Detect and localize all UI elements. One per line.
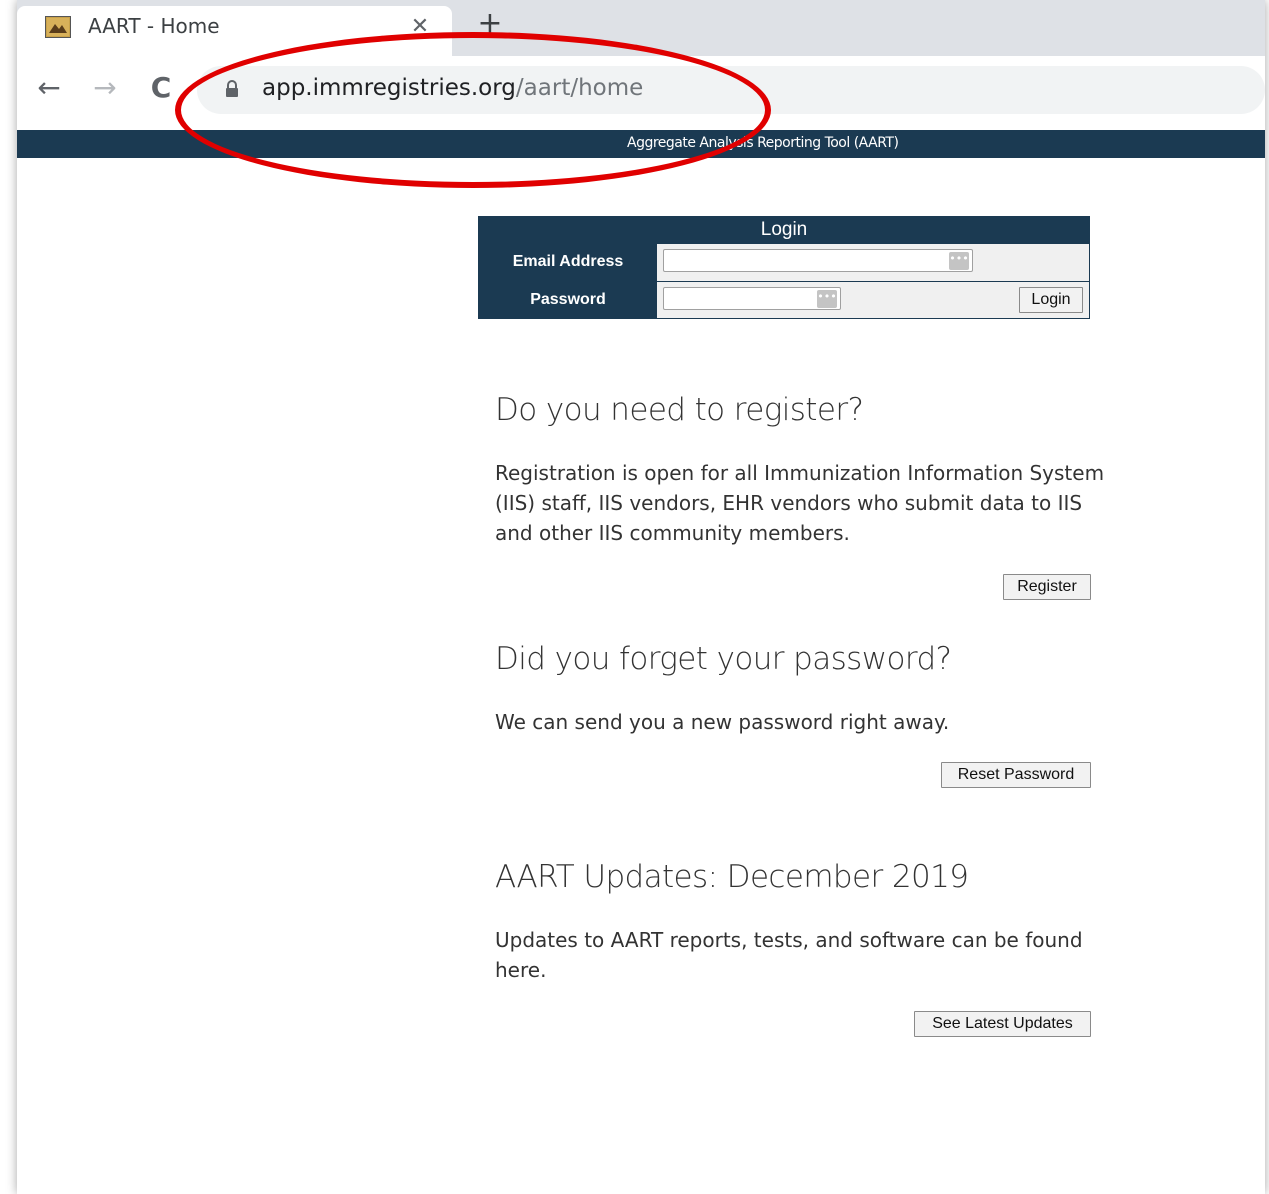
password-manager-icon[interactable]: •••	[949, 252, 969, 270]
reload-icon[interactable]: C	[145, 72, 177, 104]
password-manager-icon[interactable]: •••	[817, 290, 837, 308]
browser-window: AART - Home ✕ + ← → C app.immregistries.…	[17, 0, 1265, 1194]
password-field[interactable]: •••	[663, 287, 841, 310]
login-panel: Login Email Address ••• Password ••• Log…	[478, 216, 1090, 319]
email-field[interactable]: •••	[663, 249, 973, 272]
new-tab-icon[interactable]: +	[475, 6, 505, 42]
password-label: Password	[479, 282, 657, 319]
url-path: /aart/home	[515, 75, 644, 101]
url-host: app.immregistries.org	[262, 75, 516, 101]
register-heading: Do you need to register?	[495, 392, 864, 428]
tab-close-icon[interactable]: ✕	[407, 14, 433, 40]
forward-arrow-icon[interactable]: →	[89, 72, 121, 104]
address-bar[interactable]: app.immregistries.org/aart/home	[197, 66, 1265, 114]
browser-tab-home[interactable]: AART - Home ✕	[17, 6, 452, 56]
register-text: Registration is open for all Immunizatio…	[495, 461, 1105, 545]
tab-strip: AART - Home ✕ +	[17, 0, 1265, 56]
see-latest-updates-button[interactable]: See Latest Updates	[914, 1011, 1091, 1037]
lock-icon	[226, 80, 238, 97]
email-row: Email Address •••	[479, 243, 1089, 281]
email-label: Email Address	[479, 244, 657, 281]
password-row: Password ••• Login	[479, 281, 1089, 319]
aart-favicon-icon	[45, 16, 71, 38]
url-text: app.immregistries.org/aart/home	[262, 75, 643, 101]
forgot-password-heading: Did you forget your password?	[495, 641, 952, 677]
site-banner: Aggregate Analysis Reporting Tool (AART)	[17, 130, 1265, 158]
forgot-password-text: We can send you a new password right awa…	[495, 710, 950, 734]
register-button[interactable]: Register	[1003, 574, 1091, 600]
site-banner-title: Aggregate Analysis Reporting Tool (AART)	[627, 135, 899, 151]
back-arrow-icon[interactable]: ←	[33, 72, 65, 104]
reset-password-button[interactable]: Reset Password	[941, 762, 1091, 788]
browser-toolbar: ← → C app.immregistries.org/aart/home	[17, 56, 1265, 126]
updates-heading: AART Updates: December 2019	[495, 859, 969, 895]
updates-text: Updates to AART reports, tests, and soft…	[495, 928, 1083, 982]
login-button[interactable]: Login	[1019, 287, 1083, 313]
login-header: Login	[479, 217, 1089, 243]
tab-title: AART - Home	[88, 14, 220, 38]
